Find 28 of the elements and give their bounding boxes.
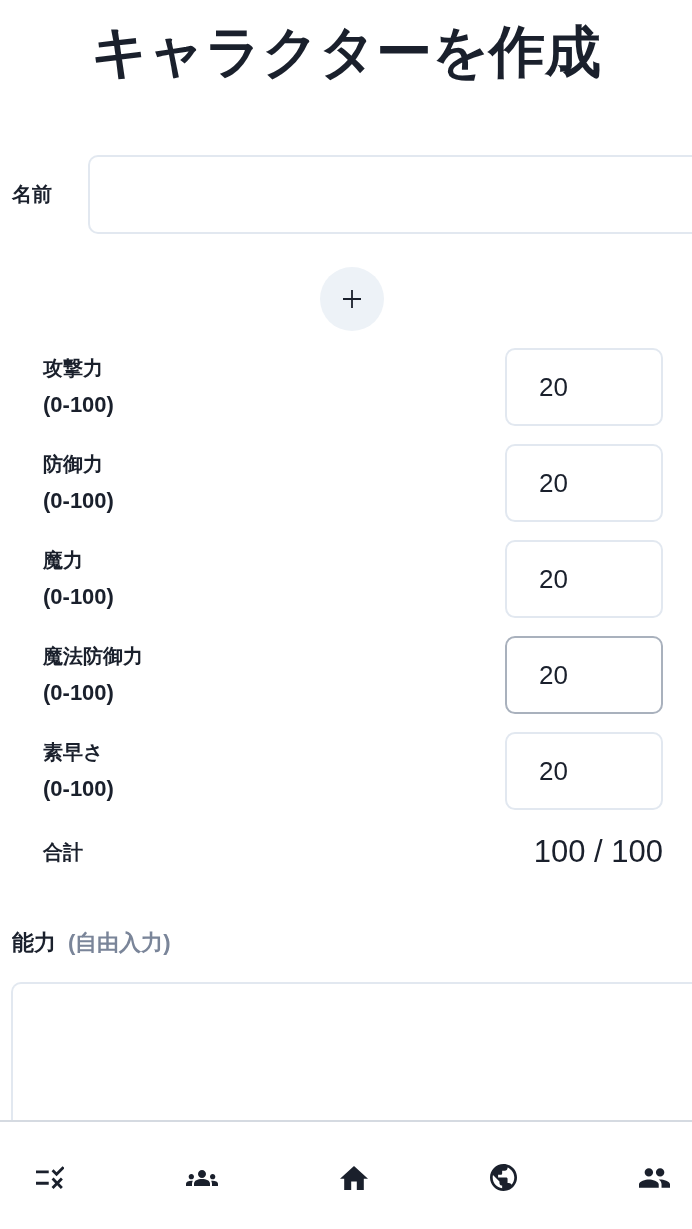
stat-range: (0-100) bbox=[43, 679, 114, 707]
home-icon[interactable] bbox=[340, 1165, 368, 1190]
total-value: 100 / 100 bbox=[533, 834, 663, 870]
stat-input[interactable]: 20 bbox=[505, 732, 663, 810]
stat-range: (0-100) bbox=[43, 487, 114, 515]
globe-icon[interactable] bbox=[490, 1164, 517, 1191]
stat-input[interactable]: 20 bbox=[505, 540, 663, 618]
stat-label: 魔力 bbox=[43, 548, 83, 573]
stat-range: (0-100) bbox=[43, 775, 114, 803]
stat-label: 防御力 bbox=[43, 452, 103, 477]
page-title: キャラクターを作成 bbox=[90, 19, 602, 85]
stat-input[interactable]: 20 bbox=[505, 444, 663, 522]
stat-range: (0-100) bbox=[43, 583, 114, 611]
name-input[interactable] bbox=[88, 155, 692, 234]
name-label: 名前 bbox=[12, 182, 53, 207]
stat-label: 攻撃力 bbox=[43, 356, 103, 381]
ability-hint: (自由入力) bbox=[68, 929, 171, 957]
total-label: 合計 bbox=[43, 839, 83, 865]
group-icon[interactable] bbox=[186, 1169, 218, 1186]
stat-input[interactable]: 20 bbox=[505, 636, 663, 714]
ability-label: 能力 bbox=[12, 929, 56, 957]
checklist-icon[interactable] bbox=[36, 1166, 64, 1189]
stat-label: 素早さ bbox=[43, 740, 103, 765]
people-icon[interactable] bbox=[639, 1167, 670, 1188]
stat-input[interactable]: 20 bbox=[505, 348, 663, 426]
plus-icon bbox=[343, 290, 361, 308]
stat-range: (0-100) bbox=[43, 391, 114, 419]
stat-label: 魔法防御力 bbox=[43, 644, 143, 669]
